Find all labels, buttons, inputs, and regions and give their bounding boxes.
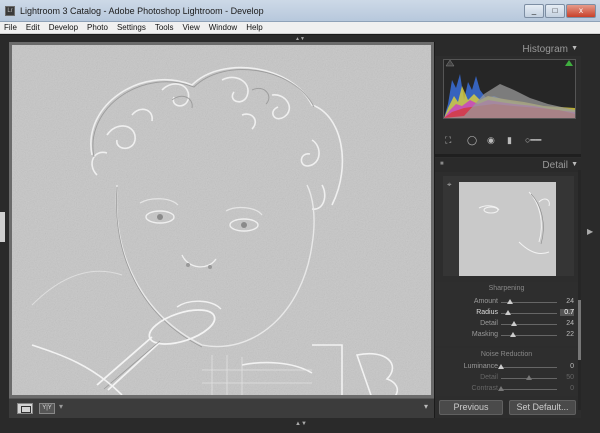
- target-adjust-icon[interactable]: ⌖: [447, 180, 452, 190]
- masking-slider-knob[interactable]: [510, 332, 517, 337]
- contrast-label: Contrast: [471, 385, 498, 392]
- menu-photo[interactable]: Photo: [87, 22, 108, 33]
- right-panel-strip[interactable]: ▶: [581, 42, 600, 418]
- detail-title: Detail: [542, 160, 568, 171]
- detail-value[interactable]: 24: [560, 320, 574, 327]
- detail-slider-knob[interactable]: [511, 321, 518, 326]
- sharpening-radius-row[interactable]: Radius 0.7: [435, 309, 578, 318]
- collapse-triangle-icon[interactable]: ▼: [571, 161, 578, 168]
- sharpen-mask-photo: [12, 45, 431, 395]
- before-after-button[interactable]: Y|Y: [39, 403, 55, 414]
- histogram-graph[interactable]: [443, 59, 576, 119]
- amount-value[interactable]: 24: [560, 298, 574, 305]
- histogram-curve: [444, 59, 575, 118]
- noise-reduction-title: Noise Reduction: [480, 351, 533, 358]
- toolbar-content-dropdown-icon[interactable]: ▾: [424, 402, 428, 411]
- detail-preview-box: ⌖: [443, 176, 574, 276]
- window-controls: _ □ x: [523, 4, 596, 18]
- noise-contrast-row[interactable]: Contrast 0: [435, 385, 578, 394]
- maximize-button[interactable]: □: [545, 4, 565, 18]
- detail-preview-image: [459, 182, 556, 276]
- spot-removal-icon[interactable]: ◯: [467, 135, 477, 146]
- develop-toolbar: Y|Y ▾ ▾: [9, 398, 434, 418]
- lightroom-app-icon: Lr: [5, 6, 15, 16]
- radius-slider-knob[interactable]: [504, 310, 511, 315]
- image-canvas[interactable]: [9, 42, 434, 398]
- photo-preview[interactable]: [12, 45, 431, 395]
- noise-luminance-row[interactable]: Luminance 0: [435, 363, 578, 372]
- masking-label: Masking: [471, 331, 498, 338]
- amount-slider-knob[interactable]: [506, 299, 513, 304]
- histogram-panel-header[interactable]: Histogram ▼: [435, 42, 582, 56]
- histogram-tool-strip: ⛶ ◯ ◉ ▮ ○━━: [439, 133, 578, 149]
- masking-value[interactable]: 22: [560, 331, 574, 338]
- minimize-button[interactable]: _: [524, 4, 544, 18]
- noise-reduction-section: Noise Reduction Luminance 0 Detail 50 Co…: [435, 348, 578, 396]
- adjustment-brush-icon[interactable]: ○━━: [525, 135, 541, 146]
- luminance-value[interactable]: 0: [560, 363, 574, 370]
- graduated-filter-icon[interactable]: ▮: [507, 135, 512, 146]
- sharpening-section: Sharpening Amount 24 Radius 0.7 Detail 2…: [435, 282, 578, 346]
- left-panel-toggle-tab[interactable]: [0, 212, 5, 242]
- luminance-slider-track[interactable]: [501, 367, 557, 368]
- crop-overlay-icon[interactable]: ⛶: [445, 135, 451, 146]
- before-after-dropdown-icon[interactable]: ▾: [59, 402, 63, 411]
- noise-detail-row[interactable]: Detail 50: [435, 374, 578, 383]
- contrast-value[interactable]: 0: [560, 385, 574, 392]
- amount-label: Amount: [473, 298, 498, 305]
- menu-view[interactable]: View: [183, 22, 200, 33]
- menu-bar: File Edit Develop Photo Settings Tools V…: [0, 22, 600, 34]
- top-panel-strip[interactable]: ▲▼: [0, 35, 600, 42]
- sharpening-title: Sharpening: [488, 285, 525, 292]
- collapse-triangle-icon[interactable]: ▼: [571, 45, 578, 52]
- detail-panel-header[interactable]: ■ Detail ▼: [435, 158, 582, 172]
- panel-pin-icon[interactable]: ■: [440, 161, 444, 167]
- luminance-slider-knob[interactable]: [498, 364, 504, 369]
- detail-label: Detail: [480, 320, 498, 327]
- red-eye-icon[interactable]: ◉: [487, 135, 495, 146]
- bottom-panel-strip[interactable]: ▲▼: [0, 418, 600, 433]
- sharpening-masking-row[interactable]: Masking 22: [435, 331, 578, 340]
- histogram-title: Histogram: [522, 44, 568, 55]
- detail-zoom-preview[interactable]: [459, 182, 556, 276]
- set-default-button[interactable]: Set Default...: [509, 400, 576, 415]
- menu-develop[interactable]: Develop: [49, 22, 78, 33]
- panel-action-buttons: Previous Set Default...: [439, 400, 578, 416]
- sharpening-detail-row[interactable]: Detail 24: [435, 320, 578, 329]
- detail-slider-track[interactable]: [501, 324, 557, 325]
- left-panel-strip[interactable]: [0, 42, 9, 418]
- loupe-view-button[interactable]: [17, 403, 33, 414]
- noise-detail-value[interactable]: 50: [560, 374, 574, 381]
- menu-edit[interactable]: Edit: [26, 22, 40, 33]
- right-panel: Histogram ▼ ⛶ ◯ ◉ ▮ ○━━ ■ Detail ▼ ⌖ Sha…: [434, 42, 582, 418]
- window-titlebar: Lr Lightroom 3 Catalog - Adobe Photoshop…: [0, 0, 600, 22]
- menu-help[interactable]: Help: [246, 22, 262, 33]
- right-panel-toggle-icon[interactable]: ▶: [587, 227, 593, 236]
- menu-file[interactable]: File: [4, 22, 17, 33]
- radius-label: Radius: [476, 309, 498, 316]
- noise-detail-slider-knob[interactable]: [526, 375, 532, 380]
- window-title: Lightroom 3 Catalog - Adobe Photoshop Li…: [20, 6, 264, 16]
- contrast-slider-track[interactable]: [501, 389, 557, 390]
- radius-value[interactable]: 0.7: [560, 309, 574, 316]
- sharpening-amount-row[interactable]: Amount 24: [435, 298, 578, 307]
- menu-settings[interactable]: Settings: [117, 22, 146, 33]
- menu-window[interactable]: Window: [209, 22, 237, 33]
- contrast-slider-knob[interactable]: [498, 386, 504, 391]
- panel-separator: [435, 154, 582, 157]
- filmstrip-toggle-icon[interactable]: ▲▼: [295, 421, 307, 427]
- previous-button[interactable]: Previous: [439, 400, 503, 415]
- menu-tools[interactable]: Tools: [155, 22, 174, 33]
- noise-detail-label: Detail: [480, 374, 498, 381]
- luminance-label: Luminance: [463, 363, 498, 370]
- close-button[interactable]: x: [566, 4, 596, 18]
